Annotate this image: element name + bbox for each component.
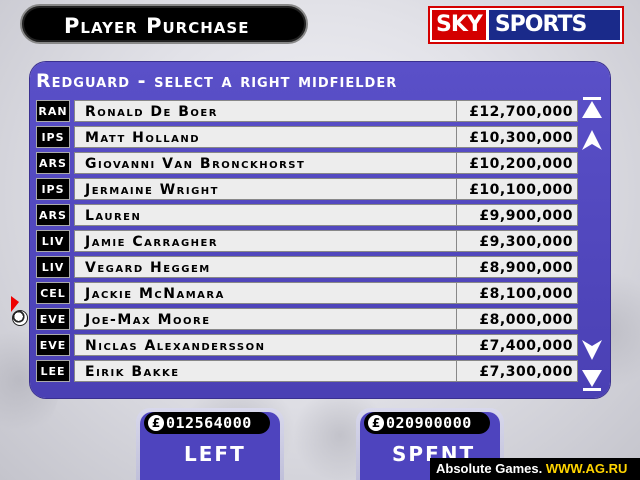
player-row[interactable]: LIV Jamie Carragher £9,300,000: [36, 230, 578, 252]
club-code: LEE: [36, 360, 70, 382]
player-price: £7,400,000: [456, 334, 578, 356]
money-left-counter: £ 012564000: [144, 412, 270, 434]
club-code: CEL: [36, 282, 70, 304]
club-code: ARS: [36, 204, 70, 226]
player-row[interactable]: IPS Jermaine Wright £10,100,000: [36, 178, 578, 200]
club-code: LIV: [36, 256, 70, 278]
player-price: £10,100,000: [456, 178, 578, 200]
player-name: Jermaine Wright: [74, 178, 482, 200]
money-spent-counter: £ 020900000: [364, 412, 490, 434]
player-name: Matt Holland: [74, 126, 482, 148]
player-price: £9,300,000: [456, 230, 578, 252]
title-banner: Player Purchase: [20, 4, 308, 44]
club-code: IPS: [36, 126, 70, 148]
player-row[interactable]: CEL Jackie McNamara £8,100,000: [36, 282, 578, 304]
logo-sports-text: SPORTS: [488, 10, 620, 40]
player-name: Giovanni Van Bronckhorst: [74, 152, 482, 174]
club-code: RAN: [36, 100, 70, 122]
player-name: Jackie McNamara: [74, 282, 482, 304]
watermark-url: WWW.AG.RU: [545, 461, 628, 476]
football-icon: [12, 310, 28, 326]
player-price: £10,200,000: [456, 152, 578, 174]
money-left-label: LEFT: [184, 442, 246, 466]
watermark-text: Absolute Games.: [436, 461, 543, 476]
player-row[interactable]: ARS Lauren £9,900,000: [36, 204, 578, 226]
player-name: Ronald De Boer: [74, 100, 482, 122]
player-row[interactable]: IPS Matt Holland £10,300,000: [36, 126, 578, 148]
player-list-panel: Redguard - select a right midfielder RAN…: [30, 62, 610, 398]
page-title: Player Purchase: [64, 14, 250, 38]
player-row[interactable]: RAN Ronald De Boer £12,700,000: [36, 100, 578, 122]
player-price: £8,100,000: [456, 282, 578, 304]
player-price: £8,000,000: [456, 308, 578, 330]
watermark: Absolute Games. WWW.AG.RU: [430, 458, 640, 480]
player-row[interactable]: LEE Eirik Bakke £7,300,000: [36, 360, 578, 382]
money-spent-value: 020900000: [386, 414, 472, 432]
pound-icon: £: [368, 415, 384, 431]
up-arrow-icon[interactable]: [580, 128, 604, 152]
double-up-arrow-icon[interactable]: [580, 96, 604, 120]
money-left-value: 012564000: [166, 414, 252, 432]
player-row[interactable]: ARS Giovanni Van Bronckhorst £10,200,000: [36, 152, 578, 174]
club-code: LIV: [36, 230, 70, 252]
down-arrow-icon[interactable]: [580, 338, 604, 362]
player-row[interactable]: EVE Joe-Max Moore £8,000,000: [36, 308, 578, 330]
player-price: £9,900,000: [456, 204, 578, 226]
pound-icon: £: [148, 415, 164, 431]
logo-sky-text: SKY: [432, 10, 486, 40]
double-down-arrow-icon[interactable]: [580, 368, 604, 392]
player-name: Niclas Alexandersson: [74, 334, 482, 356]
panel-heading: Redguard - select a right midfielder: [36, 70, 398, 92]
player-price: £7,300,000: [456, 360, 578, 382]
player-name: Lauren: [74, 204, 482, 226]
player-row[interactable]: EVE Niclas Alexandersson £7,400,000: [36, 334, 578, 356]
club-code: IPS: [36, 178, 70, 200]
club-code: ARS: [36, 152, 70, 174]
player-price: £10,300,000: [456, 126, 578, 148]
player-name: Vegard Heggem: [74, 256, 482, 278]
club-code: EVE: [36, 334, 70, 356]
player-name: Jamie Carragher: [74, 230, 482, 252]
player-price: £8,900,000: [456, 256, 578, 278]
player-price: £12,700,000: [456, 100, 578, 122]
player-name: Eirik Bakke: [74, 360, 482, 382]
club-code: EVE: [36, 308, 70, 330]
sky-sports-logo: SKY SPORTS: [428, 6, 624, 44]
player-row[interactable]: LIV Vegard Heggem £8,900,000: [36, 256, 578, 278]
player-name: Joe-Max Moore: [74, 308, 482, 330]
